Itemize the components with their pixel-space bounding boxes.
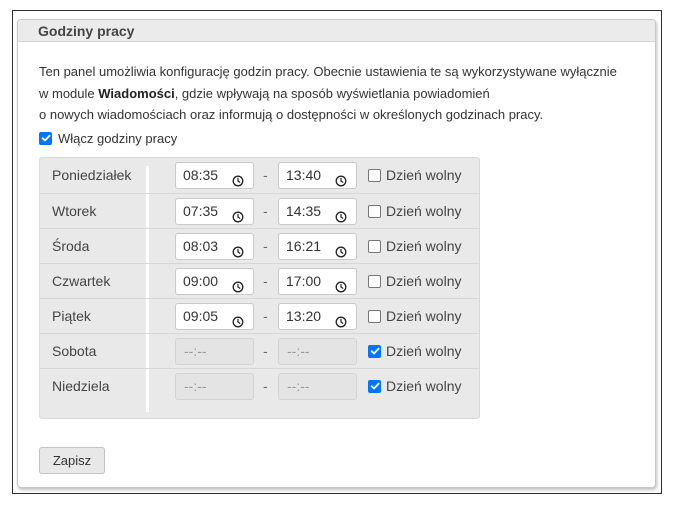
end-time-input[interactable]: --:-- [278,338,357,365]
clock-icon[interactable] [232,170,244,187]
end-time-input[interactable]: 14:35 [278,198,357,225]
end-time-input[interactable]: 13:20 [278,303,357,330]
day-row: Środa 08:03 - 16:21 Dzień wolny [40,228,479,263]
description-line-3: o nowych wiadomościach oraz informują o … [39,107,544,122]
day-name: Niedziela [52,378,110,394]
day-off-toggle[interactable]: Dzień wolny [368,264,461,298]
day-off-toggle[interactable]: Dzień wolny [368,299,461,333]
clock-icon[interactable] [335,170,347,187]
day-off-toggle[interactable]: Dzień wolny [368,369,461,403]
day-name: Czwartek [52,273,111,289]
working-hours-panel: Godziny pracy Ten panel umożliwia konfig… [17,19,656,488]
time-separator: - [263,343,268,359]
panel-title: Godziny pracy [18,20,655,42]
checkmark-icon [370,347,379,355]
start-time-input[interactable]: 09:05 [175,303,254,330]
clock-icon[interactable] [232,276,244,293]
clock-icon[interactable] [335,241,347,258]
day-row: Poniedziałek 08:35 - 13:40 Dzień wolny [40,158,479,193]
day-off-label: Dzień wolny [386,273,462,289]
enable-working-hours-row[interactable]: Włącz godziny pracy [39,129,177,147]
clock-icon[interactable] [232,311,244,328]
day-off-checkbox[interactable] [368,379,381,393]
end-time-value: 13:40 [286,167,322,183]
day-off-label: Dzień wolny [386,167,462,183]
day-off-toggle[interactable]: Dzień wolny [368,158,461,192]
start-time-input[interactable]: 09:00 [175,268,254,295]
start-time-input[interactable]: 08:03 [175,233,254,260]
clock-icon[interactable] [335,206,347,223]
start-time-input[interactable]: 08:35 [175,162,254,189]
checkmark-icon [41,134,50,142]
end-time-value: --:-- [287,378,310,394]
day-off-label: Dzień wolny [386,238,462,254]
description-line-1: Ten panel umożliwia konfigurację godzin … [39,64,617,79]
day-off-checkbox[interactable] [368,344,381,358]
end-time-input[interactable]: 17:00 [278,268,357,295]
start-time-value: 07:35 [183,203,219,219]
day-row: Czwartek 09:00 - 17:00 Dzień wolny [40,263,479,298]
time-separator: - [263,273,268,289]
panel-description: Ten panel umożliwia konfigurację godzin … [39,61,639,126]
day-row: Wtorek 07:35 - 14:35 Dzień wolny [40,193,479,228]
clock-icon[interactable] [335,276,347,293]
day-row: Niedziela --:-- - --:-- Dzień wolny [40,368,479,403]
start-time-value: --:-- [184,343,207,359]
day-off-checkbox[interactable] [368,274,381,288]
start-time-input[interactable]: --:-- [175,373,254,400]
end-time-input[interactable]: 16:21 [278,233,357,260]
day-off-label: Dzień wolny [386,378,462,394]
time-separator: - [263,238,268,254]
day-off-toggle[interactable]: Dzień wolny [368,334,461,368]
enable-working-hours-label: Włącz godziny pracy [58,130,178,146]
time-separator: - [263,308,268,324]
end-time-input[interactable]: --:-- [278,373,357,400]
start-time-value: 09:05 [183,308,219,324]
end-time-value: 16:21 [286,238,322,254]
clock-icon[interactable] [232,241,244,258]
day-off-label: Dzień wolny [386,203,462,219]
clock-icon[interactable] [335,311,347,328]
end-time-value: --:-- [287,343,310,359]
day-off-checkbox[interactable] [368,239,381,253]
day-name: Sobota [52,343,97,359]
time-separator: - [263,167,268,183]
day-off-label: Dzień wolny [386,308,462,324]
end-time-value: 13:20 [286,308,322,324]
day-off-toggle[interactable]: Dzień wolny [368,194,461,228]
clock-icon[interactable] [232,206,244,223]
save-button[interactable]: Zapisz [39,447,105,474]
end-time-value: 14:35 [286,203,322,219]
description-text: , gdzie wpływają na sposób wyświetlania … [174,85,490,101]
start-time-value: 08:03 [183,238,219,254]
time-separator: - [263,203,268,219]
description-line-2: w module Wiadomości, gdzie wpływają na s… [39,83,639,105]
day-off-checkbox[interactable] [368,204,381,218]
day-name: Poniedziałek [52,167,132,183]
enable-working-hours-checkbox[interactable] [39,131,52,145]
checkmark-icon [370,382,379,390]
time-separator: - [263,378,268,394]
day-off-label: Dzień wolny [386,343,462,359]
end-time-input[interactable]: 13:40 [278,162,357,189]
day-row: Sobota --:-- - --:-- Dzień wolny [40,333,479,368]
day-name: Wtorek [52,203,97,219]
module-name: Wiadomości [98,85,175,101]
description-text: w module [39,85,99,101]
start-time-input[interactable]: 07:35 [175,198,254,225]
start-time-value: 09:00 [183,273,219,289]
day-row: Piątek 09:05 - 13:20 Dzień wolny [40,298,479,333]
day-off-checkbox[interactable] [368,309,381,323]
start-time-value: --:-- [184,378,207,394]
day-name: Środa [52,238,90,254]
start-time-value: 08:35 [183,167,219,183]
day-name: Piątek [52,308,91,324]
day-off-checkbox[interactable] [368,168,381,182]
start-time-input[interactable]: --:-- [175,338,254,365]
day-off-toggle[interactable]: Dzień wolny [368,229,461,263]
days-table: Poniedziałek 08:35-13:40 Dzień wolny Wtorek… [39,157,480,419]
end-time-value: 17:00 [286,273,322,289]
